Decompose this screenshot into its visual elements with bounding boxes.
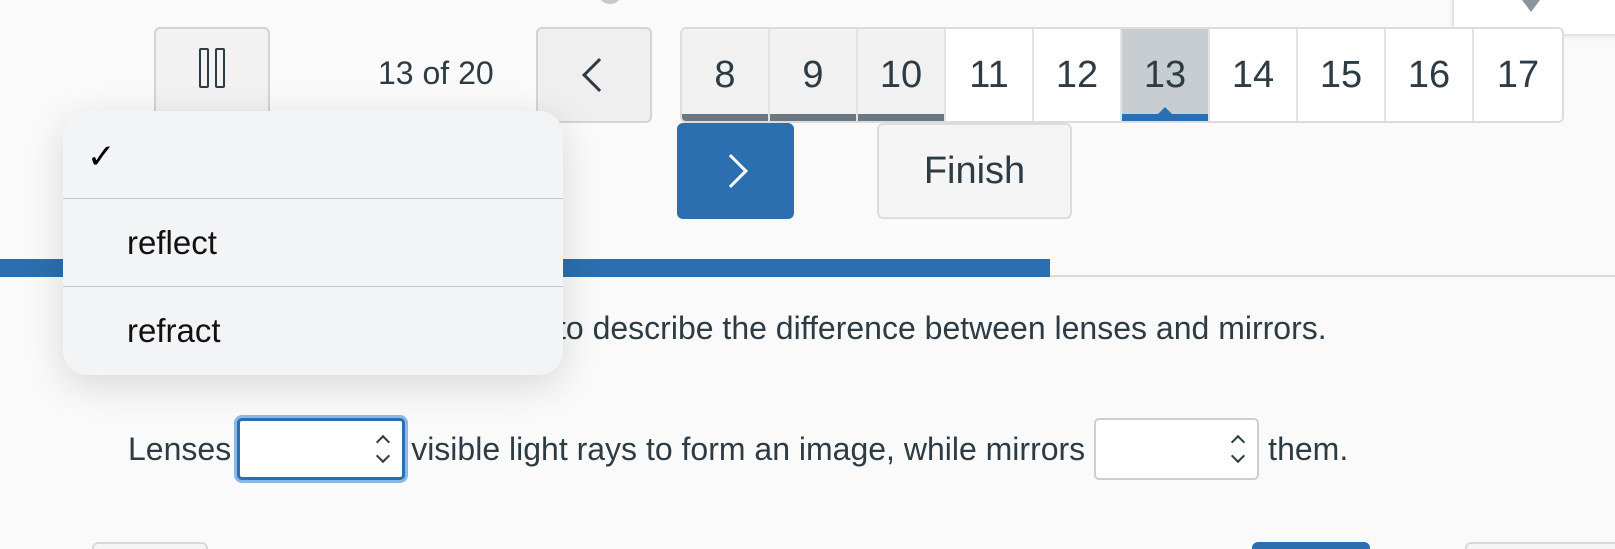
page-17-button[interactable]: 17 — [1474, 29, 1562, 121]
updown-chevron-icon — [1231, 434, 1246, 464]
bottom-button-primary[interactable] — [1252, 542, 1370, 549]
page-16-button[interactable]: 16 — [1386, 29, 1474, 121]
dropdown-option-refract[interactable]: refract — [63, 287, 563, 375]
page-8-button[interactable]: 8 — [682, 29, 770, 121]
page-15-button[interactable]: 15 — [1298, 29, 1386, 121]
sentence-text-lenses: Lenses — [128, 430, 232, 467]
page-14-button[interactable]: 14 — [1210, 29, 1298, 121]
page-12-button[interactable]: 12 — [1034, 29, 1122, 121]
chevron-right-icon — [713, 154, 748, 188]
previous-button[interactable] — [536, 27, 652, 123]
arrow-down-icon — [1522, 0, 1540, 12]
updown-chevron-icon — [376, 434, 391, 464]
lenses-answer-select[interactable] — [237, 418, 406, 480]
checkmark-icon: ✓ — [87, 138, 116, 176]
dropdown-option-label: reflect — [127, 223, 217, 261]
next-button[interactable] — [677, 123, 794, 219]
page-10-button[interactable]: 10 — [858, 29, 946, 121]
page-13-button[interactable]: 13 — [1122, 29, 1210, 121]
pause-icon — [199, 48, 225, 88]
dropdown-option-label: refract — [127, 312, 221, 349]
answer-dropdown-menu: ✓ reflect refract — [63, 111, 563, 375]
question-sentence: Lenses visible light rays to form an ima… — [128, 418, 1348, 480]
sentence-text-end: them. — [1268, 430, 1349, 467]
bottom-button-left[interactable] — [92, 542, 208, 549]
question-pager: 8 9 10 11 12 13 14 15 16 17 — [680, 27, 1564, 123]
finish-button[interactable]: Finish — [877, 123, 1072, 219]
bottom-button-right[interactable] — [1465, 542, 1615, 549]
page-9-button[interactable]: 9 — [770, 29, 858, 121]
sentence-text-middle: visible light rays to form an image, whi… — [411, 430, 1086, 467]
mirrors-answer-select[interactable] — [1094, 418, 1260, 480]
loading-glyph — [598, 0, 622, 4]
question-counter: 13 of 20 — [378, 55, 494, 91]
question-instructions: to describe the difference between lense… — [557, 310, 1327, 346]
chevron-left-icon — [582, 58, 616, 92]
page-11-button[interactable]: 11 — [946, 29, 1034, 121]
dropdown-option-blank[interactable]: ✓ — [63, 111, 563, 199]
dropdown-option-reflect[interactable]: reflect — [63, 199, 563, 287]
